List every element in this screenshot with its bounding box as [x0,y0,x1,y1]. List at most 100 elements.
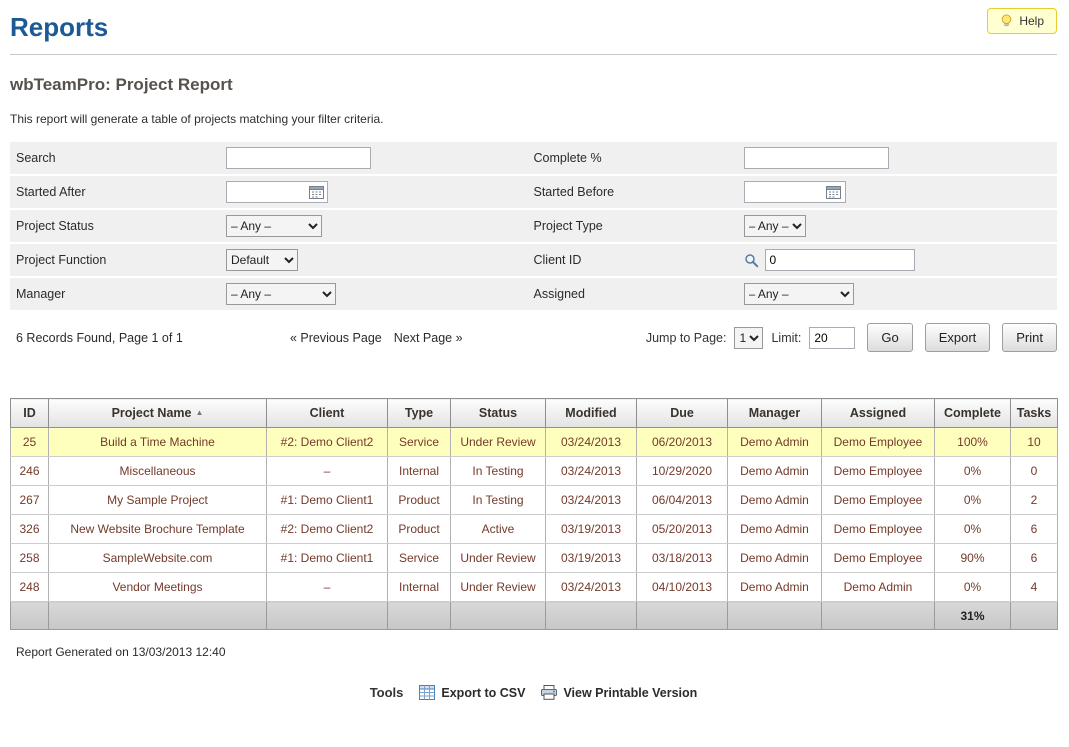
export-csv-label: Export to CSV [441,686,525,700]
view-printable-label: View Printable Version [563,686,697,700]
project-type-select[interactable]: – Any – [744,215,806,237]
complete-input[interactable] [744,147,889,169]
filter-client-id: Client ID [534,249,1052,271]
project-status-label: Project Status [16,219,226,233]
cell-name: Miscellaneous [49,457,267,486]
cell-name: Build a Time Machine [49,428,267,457]
cell-assigned: Demo Employee [822,457,935,486]
filter-project-function: Project Function Default [16,249,534,271]
report-generated-text: Report Generated on 13/03/2013 12:40 [10,645,1057,659]
cell-modified: 03/24/2013 [546,457,637,486]
cell-id: 258 [11,544,49,573]
search-input[interactable] [226,147,371,169]
cell-due: 03/18/2013 [637,544,728,573]
jump-to-page-select[interactable]: 1 [734,327,763,349]
search-magnifier-icon[interactable] [744,253,759,268]
table-row[interactable]: 258SampleWebsite.com#1: Demo Client1Serv… [11,544,1058,573]
summary-cell [267,602,388,630]
search-label: Search [16,151,226,165]
project-function-label: Project Function [16,253,226,267]
limit-input[interactable] [809,327,855,349]
help-button[interactable]: Help [987,8,1057,34]
tools-bar: Tools Export to CSV View Printable Versi… [10,685,1057,700]
filter-panel: Search Complete % Started After Started … [10,142,1057,310]
cell-complete: 90% [935,544,1011,573]
view-printable-link[interactable]: View Printable Version [541,685,697,700]
cell-assigned: Demo Employee [822,544,935,573]
assigned-select[interactable]: – Any – [744,283,854,305]
cell-tasks: 6 [1011,515,1058,544]
manager-label: Manager [16,287,226,301]
started-before-input[interactable] [745,183,823,201]
column-header-client[interactable]: Client [267,399,388,428]
column-header-due[interactable]: Due [637,399,728,428]
table-row[interactable]: 25Build a Time Machine#2: Demo Client2Se… [11,428,1058,457]
cell-status: In Testing [451,457,546,486]
jump-to-page-label: Jump to Page: [646,331,727,345]
cell-status: Under Review [451,573,546,602]
cell-modified: 03/19/2013 [546,544,637,573]
column-header-complete[interactable]: Complete [935,399,1011,428]
column-header-assigned[interactable]: Assigned [822,399,935,428]
column-header-type[interactable]: Type [388,399,451,428]
complete-label: Complete % [534,151,744,165]
project-function-select[interactable]: Default [226,249,298,271]
cell-id: 267 [11,486,49,515]
cell-manager: Demo Admin [728,428,822,457]
cell-status: In Testing [451,486,546,515]
table-row[interactable]: 246Miscellaneous–InternalIn Testing03/24… [11,457,1058,486]
table-row[interactable]: 248Vendor Meetings–InternalUnder Review0… [11,573,1058,602]
filter-row: Started After Started Before [10,176,1057,208]
column-header-status[interactable]: Status [451,399,546,428]
cell-manager: Demo Admin [728,515,822,544]
go-button[interactable]: Go [867,323,912,352]
cell-name: My Sample Project [49,486,267,515]
cell-client: #1: Demo Client1 [267,486,388,515]
summary-cell [49,602,267,630]
cell-id: 248 [11,573,49,602]
print-button[interactable]: Print [1002,323,1057,352]
report-table: ID Project Name▲ Client Type Status Modi… [10,398,1058,630]
started-after-label: Started After [16,185,226,199]
project-status-select[interactable]: – Any – [226,215,322,237]
filter-row: Project Function Default Client ID [10,244,1057,276]
cell-tasks: 0 [1011,457,1058,486]
column-header-modified[interactable]: Modified [546,399,637,428]
export-button[interactable]: Export [925,323,991,352]
table-row[interactable]: 267My Sample Project#1: Demo Client1Prod… [11,486,1058,515]
cell-manager: Demo Admin [728,486,822,515]
column-header-manager[interactable]: Manager [728,399,822,428]
filter-search: Search [16,147,534,169]
table-row[interactable]: 326New Website Brochure Template#2: Demo… [11,515,1058,544]
previous-page-link[interactable]: « Previous Page [290,331,382,345]
next-page-link[interactable]: Next Page » [394,331,463,345]
filter-row: Manager – Any – Assigned – Any – [10,278,1057,310]
summary-cell [451,602,546,630]
lightbulb-icon [1000,14,1013,28]
filter-complete: Complete % [534,147,1052,169]
summary-cell [1011,602,1058,630]
assigned-label: Assigned [534,287,744,301]
cell-client: – [267,573,388,602]
calendar-icon[interactable] [823,185,845,199]
filter-row: Project Status – Any – Project Type – An… [10,210,1057,242]
column-header-project-name[interactable]: Project Name▲ [49,399,267,428]
calendar-icon[interactable] [305,185,327,199]
cell-complete: 100% [935,428,1011,457]
summary-cell [11,602,49,630]
column-header-id[interactable]: ID [11,399,49,428]
cell-modified: 03/24/2013 [546,573,637,602]
cell-due: 06/20/2013 [637,428,728,457]
started-after-input[interactable] [227,183,305,201]
manager-select[interactable]: – Any – [226,283,336,305]
cell-name: SampleWebsite.com [49,544,267,573]
cell-assigned: Demo Employee [822,515,935,544]
client-id-input[interactable] [765,249,915,271]
export-csv-link[interactable]: Export to CSV [419,685,525,700]
cell-name: New Website Brochure Template [49,515,267,544]
cell-tasks: 4 [1011,573,1058,602]
cell-manager: Demo Admin [728,573,822,602]
column-header-tasks[interactable]: Tasks [1011,399,1058,428]
summary-cell [546,602,637,630]
cell-type: Product [388,486,451,515]
